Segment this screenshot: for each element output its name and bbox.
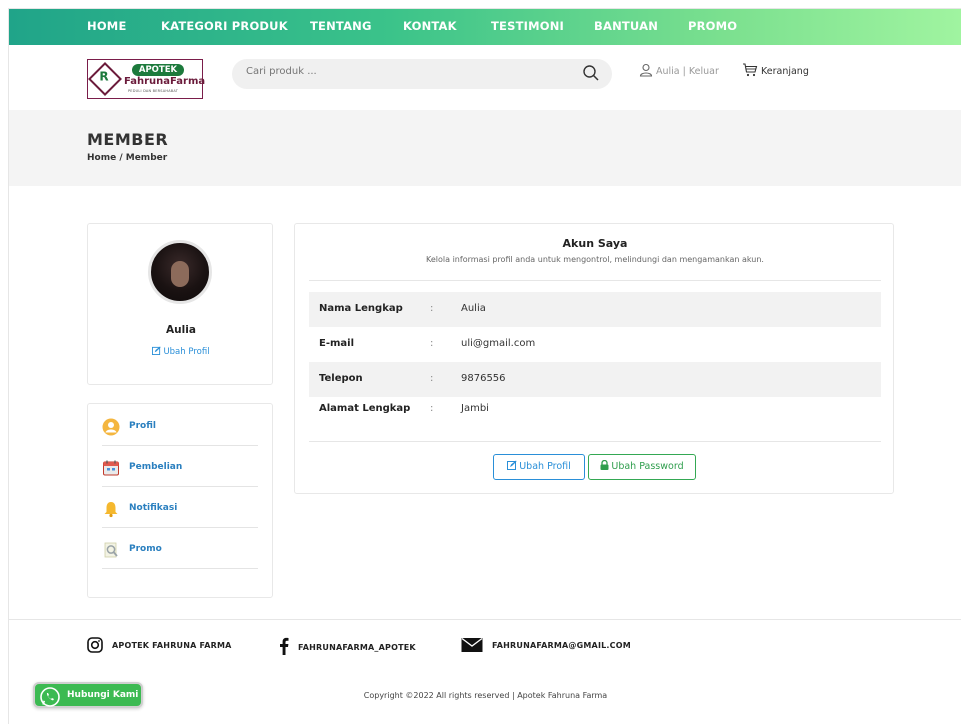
edit-profile-label: Ubah Profil bbox=[163, 347, 210, 357]
nav-kategori-produk[interactable]: KATEGORI PRODUK bbox=[161, 19, 288, 33]
breadcrumb: Home / Member bbox=[87, 153, 168, 163]
info-row-email: E-mail : uli@gmail.com bbox=[309, 327, 881, 362]
logo-mark-icon: R bbox=[88, 62, 122, 96]
info-label: E-mail bbox=[319, 338, 355, 349]
menu-item-label: Promo bbox=[129, 544, 162, 554]
info-label: Alamat Lengkap bbox=[319, 403, 411, 414]
copyright-text: Copyright ©2022 All rights reserved | Ap… bbox=[363, 691, 608, 700]
cart-label: Keranjang bbox=[761, 66, 809, 77]
mail-icon bbox=[461, 637, 483, 652]
bell-icon bbox=[102, 500, 120, 518]
user-link-label: Aulia | Keluar bbox=[656, 66, 719, 77]
nav-promo[interactable]: PROMO bbox=[688, 19, 737, 33]
menu-item-pembelian[interactable]: Pembelian bbox=[102, 447, 258, 487]
info-row-name: Nama Lengkap : Aulia bbox=[309, 292, 881, 327]
info-label: Telepon bbox=[319, 373, 363, 384]
logo-pill: APOTEK bbox=[132, 64, 184, 76]
footer-facebook[interactable]: FAHRUNAFARMA_APOTEK bbox=[279, 637, 416, 655]
facebook-icon bbox=[280, 637, 289, 655]
profile-card: Aulia Ubah Profil bbox=[87, 223, 273, 385]
info-value: Aulia bbox=[461, 303, 486, 314]
search-input[interactable] bbox=[246, 66, 566, 77]
page-title: MEMBER bbox=[87, 130, 169, 149]
info-separator: : bbox=[430, 403, 434, 414]
info-value: uli@gmail.com bbox=[461, 338, 536, 349]
edit-profile-button[interactable]: Ubah Profil bbox=[493, 454, 585, 480]
menu-item-label: Pembelian bbox=[129, 462, 183, 472]
edit-profile-link[interactable]: Ubah Profil bbox=[88, 346, 274, 357]
nav-tentang[interactable]: TENTANG bbox=[310, 19, 372, 33]
user-account-link[interactable]: Aulia | Keluar bbox=[639, 63, 719, 77]
footer-instagram[interactable]: APOTEK FAHRUNA FARMA bbox=[87, 637, 232, 653]
edit-icon bbox=[507, 460, 517, 470]
divider bbox=[309, 441, 881, 442]
lock-icon bbox=[600, 459, 609, 470]
info-row-phone: Telepon : 9876556 bbox=[309, 362, 881, 397]
info-value: Jambi bbox=[461, 403, 489, 414]
account-card: Akun Saya Kelola informasi profil anda u… bbox=[294, 223, 894, 494]
change-password-button-label: Ubah Password bbox=[611, 461, 684, 472]
promo-icon bbox=[102, 541, 120, 559]
info-value: 9876556 bbox=[461, 373, 506, 384]
nav-kontak[interactable]: KONTAK bbox=[403, 19, 457, 33]
menu-item-profil[interactable]: Profil bbox=[102, 406, 258, 446]
whatsapp-contact-button[interactable]: Hubungi Kami bbox=[33, 682, 143, 708]
menu-item-label: Profil bbox=[129, 421, 156, 431]
instagram-icon bbox=[87, 637, 103, 653]
facebook-label: FAHRUNAFARMA_APOTEK bbox=[298, 643, 416, 652]
info-separator: : bbox=[430, 373, 434, 384]
email-label: FAHRUNAFARMA@GMAIL.COM bbox=[492, 641, 631, 650]
edit-profile-button-label: Ubah Profil bbox=[519, 461, 571, 472]
profile-name: Aulia bbox=[166, 324, 196, 336]
member-menu: Profil Pembelian Notifikasi Promo bbox=[87, 403, 273, 598]
footer-email[interactable]: FAHRUNAFARMA@GMAIL.COM bbox=[461, 637, 631, 653]
instagram-label: APOTEK FAHRUNA FARMA bbox=[112, 641, 232, 650]
page-banner: MEMBER Home / Member bbox=[9, 110, 961, 186]
calendar-icon bbox=[102, 459, 120, 477]
whatsapp-icon bbox=[40, 687, 60, 711]
edit-icon bbox=[152, 346, 161, 355]
nav-bantuan[interactable]: BANTUAN bbox=[594, 19, 658, 33]
menu-item-label: Notifikasi bbox=[129, 503, 178, 513]
nav-home[interactable]: HOME bbox=[87, 19, 127, 33]
search-bar bbox=[232, 59, 612, 89]
account-title: Akun Saya bbox=[562, 237, 628, 250]
user-icon bbox=[639, 63, 653, 77]
site-logo[interactable]: R APOTEK FahrunaFarma PEDULI DAN BERSAHA… bbox=[87, 59, 206, 99]
account-subtitle: Kelola informasi profil anda untuk mengo… bbox=[426, 255, 764, 264]
logo-brand: FahrunaFarma bbox=[124, 76, 206, 87]
info-label: Nama Lengkap bbox=[319, 303, 403, 314]
user-icon bbox=[102, 418, 120, 436]
nav-testimoni[interactable]: TESTIMONI bbox=[491, 19, 564, 33]
cart-icon bbox=[743, 63, 758, 77]
divider bbox=[309, 280, 881, 281]
menu-item-notifikasi[interactable]: Notifikasi bbox=[102, 488, 258, 528]
top-navbar: HOME KATEGORI PRODUK TENTANG KONTAK TEST… bbox=[9, 9, 961, 45]
info-separator: : bbox=[430, 303, 434, 314]
footer-divider bbox=[9, 619, 961, 620]
info-separator: : bbox=[430, 338, 434, 349]
change-password-button[interactable]: Ubah Password bbox=[588, 454, 696, 480]
whatsapp-label: Hubungi Kami bbox=[67, 690, 139, 700]
info-row-address: Alamat Lengkap : Jambi bbox=[309, 397, 881, 432]
logo-tagline: PEDULI DAN BERSAHABAT bbox=[128, 89, 179, 93]
cart-link[interactable]: Keranjang bbox=[742, 63, 809, 77]
avatar bbox=[148, 240, 212, 304]
browser-viewport: HOME KATEGORI PRODUK TENTANG KONTAK TEST… bbox=[8, 8, 961, 724]
menu-item-promo[interactable]: Promo bbox=[102, 529, 258, 569]
search-icon[interactable] bbox=[582, 64, 600, 86]
